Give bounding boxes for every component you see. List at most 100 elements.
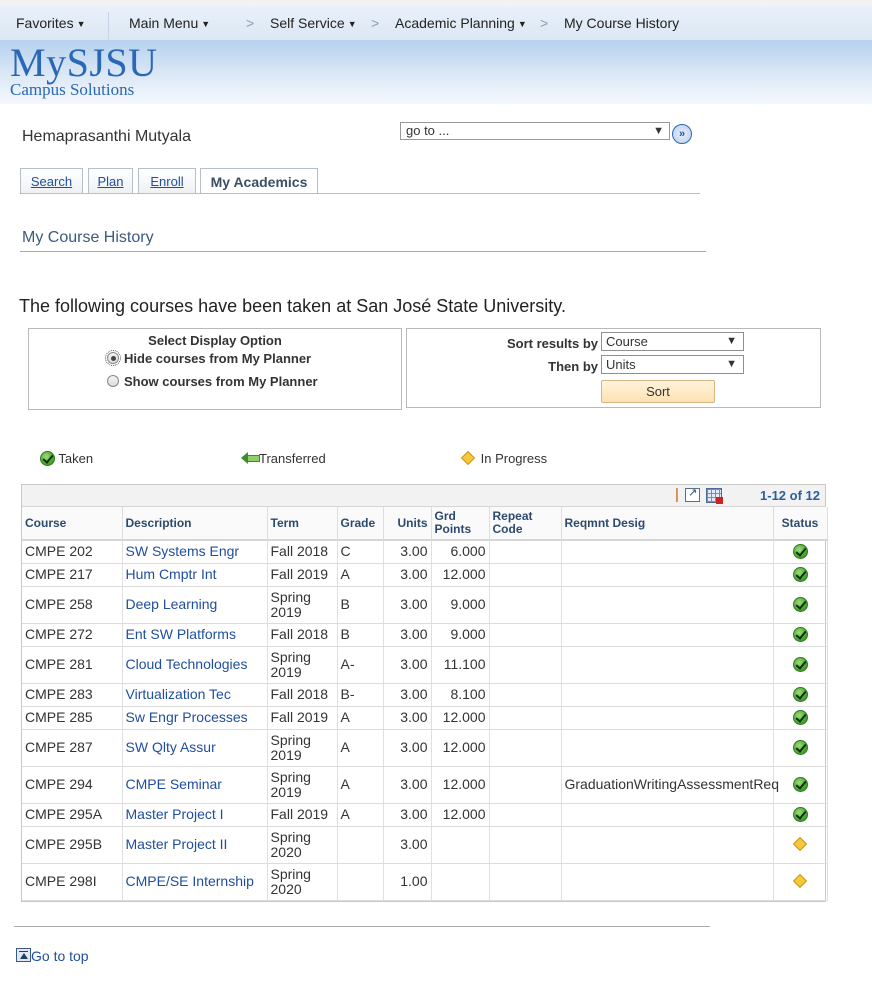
- sort-by-label: Sort results by: [506, 336, 598, 351]
- go-to-top-label[interactable]: Go to top: [31, 948, 89, 964]
- dropdown-arrow-icon: ▼: [726, 335, 737, 347]
- legend-taken-label: Taken: [58, 451, 94, 466]
- tab-my-academics[interactable]: My Academics: [200, 168, 318, 194]
- table-row: CMPE 258 Deep Learning Spring 2019 B 3.00 9.0…: [22, 586, 828, 624]
- legend-transferred: Transferred: [241, 451, 326, 466]
- breadcrumb-self-service[interactable]: Self Service ▼: [270, 15, 357, 31]
- radio-button-checked[interactable]: [105, 350, 121, 366]
- cell-term: Spring 2020: [267, 863, 338, 901]
- cell-status: [773, 826, 828, 864]
- cell-course: CMPE 281: [22, 646, 123, 684]
- download-spreadsheet-icon[interactable]: [706, 488, 723, 504]
- cell-repeat-code: [489, 683, 562, 707]
- radio-button[interactable]: [107, 375, 119, 387]
- cell-description: CMPE Seminar: [122, 766, 268, 804]
- goto-button[interactable]: »: [672, 124, 692, 144]
- course-description-link[interactable]: Master Project II: [126, 836, 228, 852]
- course-description-link[interactable]: CMPE/SE Internship: [126, 873, 254, 889]
- cell-reqmnt-desig: [561, 646, 774, 684]
- sort-by-select[interactable]: Course ▼: [601, 332, 744, 351]
- grid-row-count: 1-12 of 12: [760, 488, 820, 503]
- breadcrumb-my-course-history[interactable]: My Course History: [564, 15, 679, 31]
- hide-planner-option[interactable]: Hide courses from My Planner: [105, 350, 312, 366]
- taken-check-icon: [792, 777, 808, 792]
- mysjsu-logo: MySJSU: [10, 40, 158, 85]
- cell-repeat-code: [489, 729, 562, 767]
- go-to-top-link[interactable]: Go to top: [16, 948, 89, 964]
- table-row: CMPE 295A Master Project I Fall 2019 A 3.00 1…: [22, 803, 828, 827]
- cell-term: Spring 2019: [267, 586, 338, 624]
- zoom-icon[interactable]: [685, 486, 700, 502]
- course-description-link[interactable]: Cloud Technologies: [126, 656, 248, 672]
- cell-grade: A: [337, 563, 384, 587]
- cell-term: Spring 2019: [267, 729, 338, 767]
- course-history-grid: | 1-12 of 12 Course Description Term Gra…: [21, 484, 828, 902]
- cell-course: CMPE 217: [22, 563, 123, 587]
- cell-reqmnt-desig: [561, 706, 774, 730]
- column-header-repeat-code: Repeat Code: [489, 507, 562, 541]
- course-description-link[interactable]: SW Qlty Assur: [126, 739, 216, 755]
- sort-panel: Sort results by Course ▼ Then by Units ▼…: [406, 328, 821, 408]
- tab-search[interactable]: Search: [20, 168, 83, 193]
- course-description-link[interactable]: CMPE Seminar: [126, 776, 222, 792]
- course-description-link[interactable]: Ent SW Platforms: [126, 626, 236, 642]
- course-description-link[interactable]: Master Project I: [126, 806, 224, 822]
- cell-term: Fall 2018: [267, 683, 338, 707]
- taken-check-icon: [792, 687, 808, 702]
- cell-course: CMPE 285: [22, 706, 123, 730]
- cell-status: [773, 563, 828, 587]
- cell-units: 3.00: [383, 646, 432, 684]
- then-by-select[interactable]: Units ▼: [601, 355, 744, 374]
- course-description-link[interactable]: SW Systems Engr: [126, 543, 240, 559]
- cell-reqmnt-desig: [561, 863, 774, 901]
- cell-units: 3.00: [383, 826, 432, 864]
- cell-description: CMPE/SE Internship: [122, 863, 268, 901]
- cell-term: Spring 2020: [267, 826, 338, 864]
- cell-grd-points: 12.000: [431, 706, 490, 730]
- then-by-label: Then by: [548, 359, 598, 374]
- tab-enroll[interactable]: Enroll: [138, 168, 196, 193]
- dropdown-arrow-icon: ▼: [726, 358, 737, 370]
- goto-dropdown[interactable]: go to ... ▼: [400, 122, 670, 140]
- chevron-down-icon: ▼: [76, 19, 86, 29]
- main-menu[interactable]: Main Menu ▼: [129, 15, 210, 31]
- radio-label: Hide courses from My Planner: [124, 351, 312, 366]
- taken-check-icon: [792, 597, 808, 612]
- breadcrumb-academic-planning[interactable]: Academic Planning ▼: [395, 15, 527, 31]
- table-row: CMPE 294 CMPE Seminar Spring 2019 A 3.00 12.0…: [22, 766, 828, 804]
- cell-course: CMPE 294: [22, 766, 123, 804]
- cell-course: CMPE 272: [22, 623, 123, 647]
- cell-repeat-code: [489, 826, 562, 864]
- main-menu-label: Main Menu: [129, 15, 199, 31]
- tab-plan[interactable]: Plan: [88, 168, 133, 193]
- table-row: CMPE 295B Master Project II Spring 2020 3.0…: [22, 826, 828, 864]
- cell-status: [773, 540, 828, 564]
- column-header-status: Status: [773, 507, 828, 541]
- cell-course: CMPE 202: [22, 540, 123, 564]
- cell-status: [773, 863, 828, 901]
- cell-reqmnt-desig: [561, 563, 774, 587]
- course-description-link[interactable]: Sw Engr Processes: [126, 709, 248, 725]
- column-header-course: Course: [22, 507, 123, 541]
- cell-grade: B: [337, 586, 384, 624]
- taken-check-icon: [792, 657, 808, 672]
- sort-by-value: Course: [606, 334, 648, 349]
- taken-check-icon: [792, 710, 808, 725]
- then-by-value: Units: [606, 357, 636, 372]
- show-planner-option[interactable]: Show courses from My Planner: [107, 374, 318, 389]
- cell-grade: B: [337, 623, 384, 647]
- cell-grade: A: [337, 766, 384, 804]
- breadcrumb-separator: >: [540, 15, 549, 31]
- sort-button[interactable]: Sort: [601, 380, 715, 403]
- radio-label: Show courses from My Planner: [124, 374, 318, 389]
- cell-repeat-code: [489, 766, 562, 804]
- cell-units: 3.00: [383, 766, 432, 804]
- go-to-top-icon: [16, 948, 31, 962]
- taken-check-icon: [792, 627, 808, 642]
- favorites-menu[interactable]: Favorites ▼: [16, 15, 86, 31]
- course-description-link[interactable]: Hum Cmptr Int: [126, 566, 217, 582]
- cell-status: [773, 623, 828, 647]
- course-description-link[interactable]: Virtualization Tec: [126, 686, 231, 702]
- table-row: CMPE 272 Ent SW Platforms Fall 2018 B 3.00 9.…: [22, 623, 828, 647]
- course-description-link[interactable]: Deep Learning: [126, 596, 218, 612]
